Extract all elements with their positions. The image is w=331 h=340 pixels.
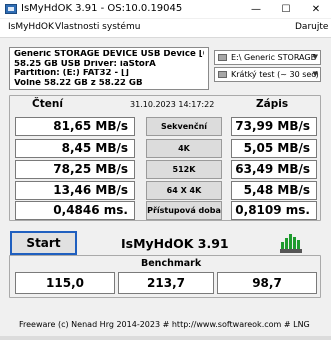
footer-credits: Freeware (c) Nenad Hrg 2014-2023 # http:… — [19, 320, 310, 329]
read-access-time: 0,4846 ms. — [15, 201, 135, 220]
write-title: Zápis — [256, 98, 289, 110]
test-64x4k-button[interactable]: 64 X 4K — [146, 181, 222, 200]
benchmark-read: 115,0 — [15, 272, 115, 294]
device-name: Generic STORAGE DEVICE USB Device [63G] — [14, 50, 204, 59]
chevron-down-icon: ▼ — [312, 53, 318, 61]
menu-donate[interactable]: Darujte — [295, 22, 328, 32]
minimize-button[interactable]: — — [241, 0, 271, 19]
clock-icon — [218, 71, 227, 78]
write-64x4k: 5,48 MB/s — [231, 181, 317, 200]
bottom-edge — [0, 336, 331, 340]
menu-ismyhdok[interactable]: IsMyHdOK — [8, 22, 54, 32]
app-name: IsMyHdOK 3.91 — [121, 236, 229, 251]
write-512k: 63,49 MB/s — [231, 160, 317, 179]
test-timestamp: 31.10.2023 14:17:22 — [130, 100, 215, 109]
device-info: Generic STORAGE DEVICE USB Device [63G] … — [9, 47, 209, 90]
start-button[interactable]: Start — [10, 231, 77, 255]
menu-system-properties[interactable]: Vlastnosti systému — [55, 22, 140, 32]
test-sequential-button[interactable]: Sekvenční — [146, 117, 222, 136]
device-size-driver: 58.25 GB USB Driver: iaStorA — [14, 59, 156, 69]
test-access-time-button[interactable]: Přístupová doba — [146, 201, 222, 220]
test-duration-select[interactable]: Krátký test (~ 30 sec) ▼ — [214, 67, 321, 82]
write-4k: 5,05 MB/s — [231, 139, 317, 158]
read-4k: 8,45 MB/s — [15, 139, 135, 158]
write-access-time: 0,8109 ms. — [231, 201, 317, 220]
device-free-space: Volné 58.22 GB z 58.22 GB — [14, 78, 143, 88]
test-duration-value: Krátký test (~ 30 sec) — [231, 70, 319, 79]
maximize-button[interactable]: ☐ — [271, 0, 301, 19]
test-512k-button[interactable]: 512K — [146, 160, 222, 179]
drive-icon — [218, 54, 227, 61]
read-sequential: 81,65 MB/s — [15, 117, 135, 136]
benchmark-total: 213,7 — [118, 272, 214, 294]
test-4k-button[interactable]: 4K — [146, 139, 222, 158]
app-icon — [5, 4, 17, 14]
read-64x4k: 13,46 MB/s — [15, 181, 135, 200]
drive-select[interactable]: E:\ Generic STORAGE ▼ — [214, 50, 321, 65]
window-title: IsMyHdOK 3.91 - OS:10.0.19045 — [21, 3, 183, 14]
write-sequential: 73,99 MB/s — [231, 117, 317, 136]
title-bar: IsMyHdOK 3.91 - OS:10.0.19045 — ☐ ✕ — [0, 0, 331, 19]
read-title: Čtení — [32, 98, 63, 110]
benchmark-bars-icon — [280, 234, 302, 253]
read-512k: 78,25 MB/s — [15, 160, 135, 179]
menu-bar: IsMyHdOK Vlastnosti systému Darujte — [0, 19, 331, 37]
drive-select-value: E:\ Generic STORAGE — [231, 53, 316, 62]
chevron-down-icon: ▼ — [312, 70, 318, 78]
benchmark-title: Benchmark — [141, 258, 202, 269]
benchmark-write: 98,7 — [217, 272, 317, 294]
close-button[interactable]: ✕ — [301, 0, 331, 19]
device-partition: Partition: (E:) FAT32 - [] — [14, 69, 129, 79]
